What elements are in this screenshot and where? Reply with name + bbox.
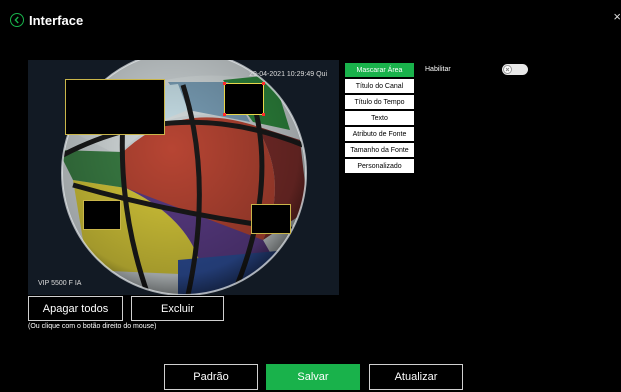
privacy-mask-3[interactable] xyxy=(83,200,121,230)
save-button[interactable]: Salvar xyxy=(266,364,360,390)
menu-item-mascarar-area[interactable]: Mascarar Área xyxy=(345,63,414,77)
menu-item-titulo-canal[interactable]: Título do Canal xyxy=(345,79,414,93)
camera-preview[interactable]: 29-04-2021 10:29:49 Qui VIP 5500 F IA xyxy=(28,60,339,295)
overlay-menu: Mascarar Área Título do Canal Título do … xyxy=(345,63,414,175)
privacy-mask-2-selected[interactable] xyxy=(223,82,265,116)
back-icon[interactable] xyxy=(10,13,24,27)
enable-label: Habilitar xyxy=(425,66,451,73)
clear-all-button[interactable]: Apagar todos xyxy=(28,296,123,321)
toggle-off-icon xyxy=(503,65,512,74)
menu-item-personalizado[interactable]: Personalizado xyxy=(345,159,414,173)
delete-button[interactable]: Excluir xyxy=(131,296,224,321)
page-header: Interface xyxy=(10,9,83,31)
resize-handle[interactable] xyxy=(262,113,265,116)
page-title: Interface xyxy=(29,12,84,28)
menu-item-titulo-tempo[interactable]: Título do Tempo xyxy=(345,95,414,109)
hint-text: (Ou clique com o botão direito do mouse) xyxy=(28,323,157,330)
close-icon[interactable]: × xyxy=(613,10,621,23)
resize-handle[interactable] xyxy=(223,82,226,85)
menu-item-tamanho-fonte[interactable]: Tamanho da Fonte xyxy=(345,143,414,157)
menu-item-atributo-fonte[interactable]: Atributo de Fonte xyxy=(345,127,414,141)
enable-toggle[interactable] xyxy=(502,64,528,75)
resize-handle[interactable] xyxy=(223,113,226,116)
refresh-button[interactable]: Atualizar xyxy=(369,364,463,390)
menu-item-texto[interactable]: Texto xyxy=(345,111,414,125)
timestamp-overlay: 29-04-2021 10:29:49 Qui xyxy=(249,71,327,78)
privacy-mask-1[interactable] xyxy=(65,79,165,135)
default-button[interactable]: Padrão xyxy=(164,364,258,390)
privacy-mask-4[interactable] xyxy=(251,204,291,234)
channel-title-overlay: VIP 5500 F IA xyxy=(38,280,82,287)
resize-handle[interactable] xyxy=(262,82,265,85)
